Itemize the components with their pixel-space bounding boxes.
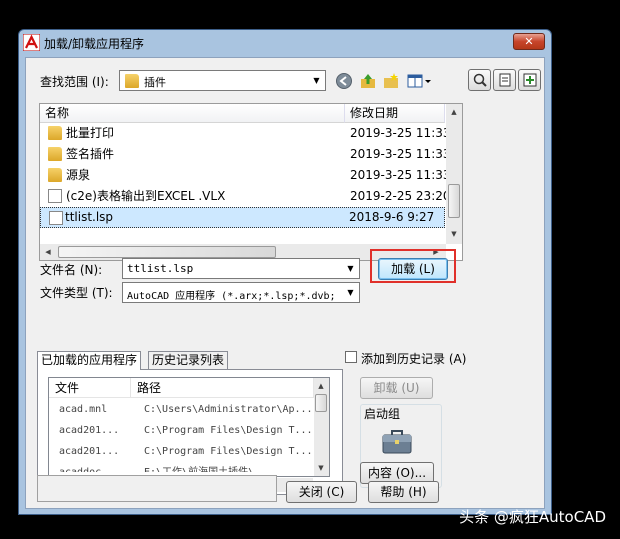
close-button[interactable]: 关闭 (C) xyxy=(286,481,357,503)
scroll-down-icon[interactable]: ▼ xyxy=(315,462,327,474)
back-icon[interactable] xyxy=(333,70,355,92)
file-row[interactable]: (c2e)表格输出到EXCEL .VLX 2019-2-25 23:20 xyxy=(40,186,446,207)
tab-loaded-apps[interactable]: 已加载的应用程序 xyxy=(37,351,142,370)
file-name: ttlist.lsp xyxy=(65,210,114,224)
tab-history[interactable]: 历史记录列表 xyxy=(148,351,229,369)
col-header-name[interactable]: 名称 xyxy=(40,104,345,123)
col-header-path[interactable]: 路径 xyxy=(131,378,314,398)
autocad-icon xyxy=(23,34,40,51)
app-file: acad201... xyxy=(59,425,120,436)
window-title: 加载/卸载应用程序 xyxy=(44,37,145,51)
filename-value: ttlist.lsp xyxy=(127,262,194,275)
folder-icon xyxy=(48,147,62,161)
scroll-up-icon[interactable]: ▲ xyxy=(315,380,327,392)
scroll-up-icon[interactable]: ▲ xyxy=(448,106,460,118)
filetype-label: 文件类型 (T): xyxy=(40,286,113,300)
load-unload-dialog: 加载/卸载应用程序 ✕ 查找范围 (I): 插件 ▼ 名称 修改日期 批量打印 … xyxy=(18,29,552,515)
close-window-button[interactable]: ✕ xyxy=(513,33,545,50)
app-row[interactable]: acad201... C:\Program Files\Design T... xyxy=(49,420,314,441)
app-row[interactable]: acad201... C:\Program Files\Design T... xyxy=(49,441,314,462)
chevron-down-icon: ▼ xyxy=(347,288,354,297)
app-file: acad.mnl xyxy=(59,404,108,415)
col-header-file[interactable]: 文件 xyxy=(49,378,131,398)
folder-icon xyxy=(125,74,139,88)
app-path: C:\Program Files\Design T... xyxy=(144,425,313,436)
scroll-thumb[interactable] xyxy=(315,394,327,412)
vlx-file-icon xyxy=(48,189,62,203)
app-file: acaddoc... xyxy=(59,462,129,472)
new-folder-icon[interactable] xyxy=(380,70,402,92)
status-box xyxy=(37,475,277,502)
scroll-left-icon[interactable]: ◀ xyxy=(42,246,54,258)
file-date: 2019-3-25 11:33 xyxy=(350,126,446,140)
file-name: (c2e)表格输出到EXCEL .VLX xyxy=(66,189,226,203)
app-row[interactable]: acad.mnl C:\Users\Administrator\Ap... xyxy=(49,399,314,420)
filetype-value: AutoCAD 应用程序 (*.arx;*.lsp;*.dvb; xyxy=(127,291,336,302)
properties-icon[interactable] xyxy=(493,69,516,91)
app-row[interactable]: acaddoc... E:\工作\前海国土插件\... xyxy=(49,462,314,472)
scroll-down-icon[interactable]: ▼ xyxy=(448,228,460,240)
file-row-selected[interactable]: ttlist.lsp 2018-9-6 9:27 xyxy=(40,207,445,228)
file-row[interactable]: 批量打印 2019-3-25 11:33 xyxy=(40,123,446,144)
add-icon[interactable] xyxy=(518,69,541,91)
app-path: E:\工作\前海国土插件\... xyxy=(144,462,314,472)
lookin-value: 插件 xyxy=(144,76,166,89)
col-header-date[interactable]: 修改日期 xyxy=(345,104,445,123)
file-row[interactable]: 签名插件 2019-3-25 11:33 xyxy=(40,144,446,165)
load-button-highlight xyxy=(370,249,456,283)
file-list-vscroll[interactable]: ▲ ▼ xyxy=(446,104,462,244)
filename-label: 文件名 (N): xyxy=(40,263,103,277)
help-button[interactable]: 帮助 (H) xyxy=(368,481,439,503)
file-name: 批量打印 xyxy=(66,126,115,140)
loaded-app-list[interactable]: 文件 路径 acad.mnl C:\Users\Administrator\Ap… xyxy=(48,377,330,477)
app-list-vscroll[interactable]: ▲ ▼ xyxy=(314,378,329,476)
dialog-body: 查找范围 (I): 插件 ▼ 名称 修改日期 批量打印 2019-3-25 11… xyxy=(25,57,545,509)
file-date: 2019-3-25 11:33 xyxy=(350,147,446,161)
app-file: acad201... xyxy=(59,446,120,457)
briefcase-icon xyxy=(382,430,412,454)
up-folder-icon[interactable] xyxy=(357,70,379,92)
filename-combo[interactable]: ttlist.lsp ▼ xyxy=(122,258,360,279)
chevron-down-icon: ▼ xyxy=(347,264,354,273)
watermark-text: 头条 @疯狂AutoCAD xyxy=(459,508,606,526)
scroll-thumb[interactable] xyxy=(448,184,460,218)
app-path: C:\Users\Administrator\Ap... xyxy=(144,404,313,415)
file-name: 源泉 xyxy=(66,168,91,182)
startup-group-label: 启动组 xyxy=(362,405,403,422)
file-date: 2019-3-25 11:33 xyxy=(350,168,446,182)
folder-icon xyxy=(48,168,62,182)
file-list[interactable]: 名称 修改日期 批量打印 2019-3-25 11:33 签名插件 2019-3… xyxy=(39,103,463,261)
title-bar[interactable]: 加载/卸载应用程序 ✕ xyxy=(19,30,551,56)
lookin-label: 查找范围 (I): xyxy=(40,75,109,89)
find-icon[interactable] xyxy=(468,69,491,91)
file-date: 2018-9-6 9:27 xyxy=(349,210,435,224)
add-to-history-checkbox[interactable] xyxy=(345,351,357,363)
scroll-thumb[interactable] xyxy=(58,246,276,258)
lsp-file-icon xyxy=(49,211,63,225)
app-path: C:\Program Files\Design T... xyxy=(144,446,313,457)
file-name: 签名插件 xyxy=(66,147,115,161)
chevron-down-icon: ▼ xyxy=(313,76,320,85)
add-to-history-label[interactable]: 添加到历史记录 (A) xyxy=(361,350,466,367)
folder-icon xyxy=(48,126,62,140)
filetype-combo[interactable]: AutoCAD 应用程序 (*.arx;*.lsp;*.dvb; ▼ xyxy=(122,282,360,303)
unload-button[interactable]: 卸载 (U) xyxy=(360,377,433,399)
tab-container: 已加载的应用程序 历史记录列表 文件 路径 acad.mnl C:\Users\… xyxy=(37,351,343,495)
file-row[interactable]: 源泉 2019-3-25 11:33 xyxy=(40,165,446,186)
lookin-combo[interactable]: 插件 ▼ xyxy=(119,70,326,91)
views-icon[interactable] xyxy=(404,70,434,92)
file-date: 2019-2-25 23:20 xyxy=(350,189,446,203)
